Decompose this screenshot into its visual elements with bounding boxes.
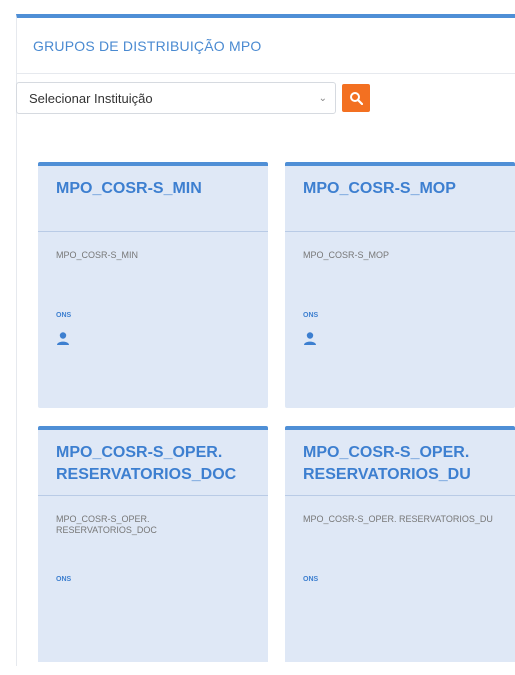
user-icon[interactable] <box>56 331 70 345</box>
group-card-description: MPO_COSR-S_OPER. RESERVATORIOS_DOC <box>56 514 157 535</box>
page-title: GRUPOS DE DISTRIBUIÇÃO MPO <box>33 37 262 54</box>
panel-header: GRUPOS DE DISTRIBUIÇÃO MPO <box>17 18 515 74</box>
group-card-org: ONS <box>56 576 72 583</box>
group-card[interactable]: MPO_COSR-S_MOP MPO_COSR-S_MOP ONS <box>285 162 515 408</box>
group-card[interactable]: MPO_COSR-S_MIN MPO_COSR-S_MIN ONS <box>38 162 268 408</box>
group-card[interactable]: MPO_COSR-S_OPER. RESERVATORIOS_DOC MPO_C… <box>38 426 268 662</box>
groups-grid: MPO_COSR-S_MIN MPO_COSR-S_MIN ONS MPO_CO… <box>38 162 515 662</box>
filter-bar: Selecionar Instituição ⌄ <box>16 82 370 114</box>
group-card-title[interactable]: MPO_COSR-S_MOP <box>285 166 515 232</box>
group-card-description: MPO_COSR-S_OPER. RESERVATORIOS_DU <box>303 514 493 524</box>
institution-select-value: Selecionar Instituição <box>29 90 153 106</box>
institution-select[interactable]: Selecionar Instituição ⌄ <box>16 82 336 114</box>
group-card-description: MPO_COSR-S_MOP <box>303 250 390 260</box>
group-card-title[interactable]: MPO_COSR-S_OPER. RESERVATORIOS_DOC <box>38 430 268 496</box>
user-icon[interactable] <box>303 331 317 345</box>
group-card-org: ONS <box>303 312 319 319</box>
search-button[interactable] <box>342 84 370 112</box>
group-card-title[interactable]: MPO_COSR-S_MIN <box>38 166 268 232</box>
group-card[interactable]: MPO_COSR-S_OPER. RESERVATORIOS_DU MPO_CO… <box>285 426 515 662</box>
group-card-title[interactable]: MPO_COSR-S_OPER. RESERVATORIOS_DU <box>285 430 515 496</box>
group-card-description: MPO_COSR-S_MIN <box>56 250 139 260</box>
chevron-down-icon: ⌄ <box>318 92 327 104</box>
group-card-org: ONS <box>56 312 72 319</box>
group-card-org: ONS <box>303 576 319 583</box>
search-icon <box>350 92 363 105</box>
